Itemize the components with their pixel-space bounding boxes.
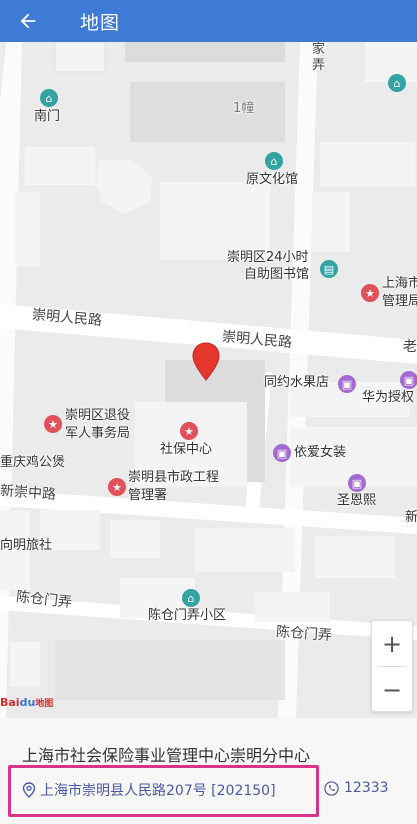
shop-icon: ▣ [348,474,366,492]
poi-label: 崇明区24小时 [227,250,309,265]
road-label: 家弄 [312,42,326,73]
back-button[interactable] [0,0,56,42]
location-pin-icon[interactable] [192,342,220,382]
library-icon: ▤ [320,260,338,278]
museum-icon: ⌂ [388,74,406,92]
page-title: 地图 [80,11,121,34]
address-text: 上海市崇明县人民路207号 [202150] [40,783,276,799]
zoom-in-button[interactable]: + [372,621,412,666]
poi-label: 崇明区退役 [65,408,131,423]
poi-label: 崇明县市政工程 [128,470,220,485]
address-link[interactable]: 上海市崇明县人民路207号 [202150] [22,780,276,800]
poi-label: 军人事务局 [65,426,131,441]
government-icon: ★ [44,415,62,433]
poi-label: 南门 [34,109,61,124]
back-arrow-icon [20,13,36,29]
road-label: 新 [405,510,417,525]
shop-icon: ▣ [273,444,291,462]
poi-label: 同约水果店 [264,375,330,390]
poi-label: 管理局 [382,294,417,309]
poi-label: 圣恩熙 [337,493,377,508]
shop-icon: ▣ [338,375,356,393]
poi-label: 依爱女装 [294,445,347,460]
shop-icon: ▣ [400,371,417,389]
app-header: 地图 [0,0,417,42]
poi-label: 陈仓门弄小区 [148,608,227,623]
location-icon [22,782,36,798]
gate-icon: ⌂ [40,89,58,107]
zoom-out-button[interactable]: − [372,667,412,712]
poi-label: 向明旅社 [0,538,53,553]
poi-label: 华为授权 [362,390,415,405]
poi-label: 自助图书馆 [244,267,310,282]
poi-label: 上海市 [382,276,417,291]
government-icon: ★ [180,422,198,440]
residential-icon: ⌂ [182,589,200,607]
poi-label: 重庆鸡公煲 [0,455,66,470]
place-info-panel: 上海市社会保险事业管理中心崇明分中心 上海市崇明县人民路207号 [202150… [0,718,417,824]
map-view[interactable]: 家弄 ⌂ 南门 1幢 ⌂ ⌂ 原文化馆 崇明区24小时 自助图书馆 ▤ ★ 上海… [0,42,417,718]
phone-link[interactable]: 12333 [324,780,389,796]
place-name: 上海市社会保险事业管理中心崇明分中心 [22,746,311,765]
baidu-map-logo: Baidu地图 [0,696,54,709]
government-icon: ★ [108,478,126,496]
government-icon: ★ [361,284,379,302]
building-label: 1幢 [233,101,255,116]
poi-label: 管理署 [128,488,168,503]
poi-label: 原文化馆 [246,172,299,187]
road-label: 老 [403,339,417,355]
museum-icon: ⌂ [265,152,283,170]
phone-text: 12333 [344,780,389,796]
zoom-control: + − [371,620,413,712]
poi-label: 社保中心 [160,442,213,457]
phone-icon [324,780,339,796]
